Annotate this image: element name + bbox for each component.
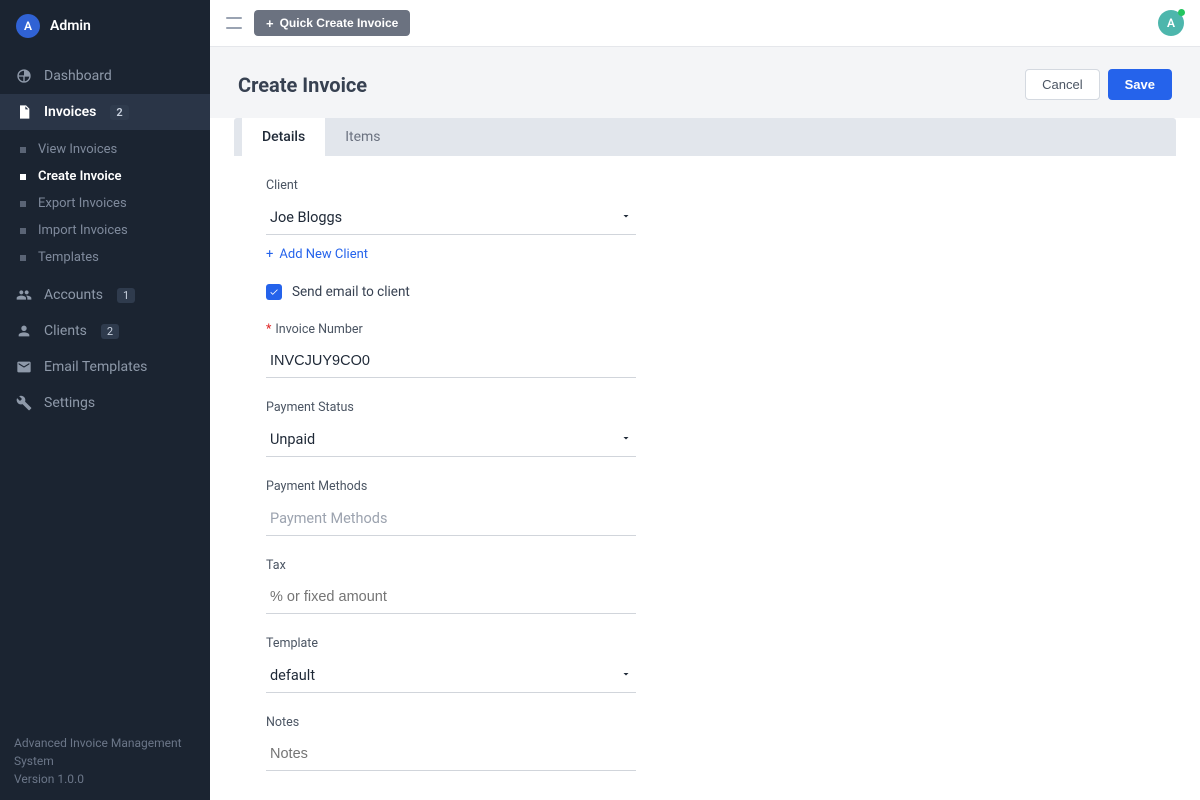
field-payment-methods: Payment Methods Payment Methods: [266, 479, 636, 536]
clients-icon: [16, 323, 32, 339]
field-invoice-number: *Invoice Number: [266, 322, 636, 378]
invoice-number-input-wrap: [266, 345, 636, 378]
form-panel: Client Joe Bloggs + Add New Client Send …: [234, 156, 1176, 800]
tab-details[interactable]: Details: [242, 118, 325, 156]
notes-input-wrap: [266, 738, 636, 771]
plus-icon: +: [266, 247, 273, 262]
page-title: Create Invoice: [238, 73, 367, 97]
invoices-icon: [16, 104, 32, 120]
accounts-icon: [16, 287, 32, 303]
save-button[interactable]: Save: [1108, 69, 1172, 100]
chevron-down-icon: [620, 210, 632, 226]
sidebar-badge-clients: 2: [101, 324, 119, 339]
invoices-subnav: View Invoices Create Invoice Export Invo…: [0, 136, 210, 271]
subnav-create-invoice[interactable]: Create Invoice: [0, 163, 210, 190]
sidebar-item-label: Email Templates: [44, 359, 147, 375]
plus-icon: +: [266, 17, 274, 30]
subnav-label: Templates: [38, 250, 99, 265]
sidebar-item-label: Settings: [44, 395, 95, 411]
sidebar-badge-invoices: 2: [110, 105, 128, 120]
sidebar-header: A Admin: [0, 0, 210, 52]
sidebar-footer: Advanced Invoice Management System Versi…: [0, 722, 210, 800]
field-template: Template default: [266, 636, 636, 693]
field-tax: Tax: [266, 558, 636, 614]
payment-methods-placeholder: Payment Methods: [270, 510, 387, 527]
email-icon: [16, 359, 32, 375]
footer-version: Version 1.0.0: [14, 770, 196, 788]
bullet-icon: [20, 228, 26, 234]
footer-product-name: Advanced Invoice Management System: [14, 734, 196, 770]
field-client: Client Joe Bloggs + Add New Client: [266, 178, 636, 262]
sidebar-username: Admin: [50, 18, 91, 34]
tax-input-wrap: [266, 581, 636, 614]
subnav-label: Create Invoice: [38, 169, 122, 184]
settings-icon: [16, 395, 32, 411]
sidebar-avatar: A: [16, 14, 40, 38]
page-header: Create Invoice Cancel Save: [210, 47, 1200, 118]
client-select[interactable]: Joe Bloggs: [266, 201, 636, 235]
invoice-number-label: *Invoice Number: [266, 322, 636, 337]
bullet-icon: [20, 147, 26, 153]
sidebar-item-label: Dashboard: [44, 68, 112, 84]
tax-label: Tax: [266, 558, 636, 573]
subnav-label: Import Invoices: [38, 223, 128, 238]
tabs: Details Items: [234, 118, 1176, 156]
client-value: Joe Bloggs: [270, 209, 342, 226]
dashboard-icon: [16, 68, 32, 84]
subnav-view-invoices[interactable]: View Invoices: [0, 136, 210, 163]
quick-create-label: Quick Create Invoice: [280, 16, 399, 30]
main: + Quick Create Invoice A Create Invoice …: [210, 0, 1200, 800]
sidebar: A Admin Dashboard Invoices 2 View Invoic…: [0, 0, 210, 800]
payment-methods-label: Payment Methods: [266, 479, 636, 494]
sidebar-item-clients[interactable]: Clients 2: [0, 313, 210, 349]
subnav-export-invoices[interactable]: Export Invoices: [0, 190, 210, 217]
quick-create-invoice-button[interactable]: + Quick Create Invoice: [254, 10, 410, 36]
payment-methods-select[interactable]: Payment Methods: [266, 502, 636, 536]
subnav-label: Export Invoices: [38, 196, 127, 211]
sidebar-item-label: Invoices: [44, 104, 96, 120]
client-label: Client: [266, 178, 636, 193]
check-icon: [269, 287, 279, 297]
template-select[interactable]: default: [266, 659, 636, 693]
cancel-button[interactable]: Cancel: [1025, 69, 1099, 100]
sidebar-item-email-templates[interactable]: Email Templates: [0, 349, 210, 385]
send-email-checkbox[interactable]: [266, 284, 282, 300]
sidebar-item-label: Accounts: [44, 287, 103, 303]
field-payment-status: Payment Status Unpaid: [266, 400, 636, 457]
sidebar-item-accounts[interactable]: Accounts 1: [0, 277, 210, 313]
sidebar-badge-accounts: 1: [117, 288, 135, 303]
sidebar-item-dashboard[interactable]: Dashboard: [0, 58, 210, 94]
add-new-client-link[interactable]: + Add New Client: [266, 247, 368, 262]
notes-label: Notes: [266, 715, 636, 730]
field-notes: Notes: [266, 715, 636, 771]
bullet-icon: [20, 201, 26, 207]
subnav-import-invoices[interactable]: Import Invoices: [0, 217, 210, 244]
tax-input[interactable]: [270, 589, 632, 605]
notes-input[interactable]: [270, 746, 632, 762]
chevron-down-icon: [620, 668, 632, 684]
sidebar-item-invoices[interactable]: Invoices 2: [0, 94, 210, 130]
menu-toggle-icon[interactable]: [226, 17, 242, 29]
online-status-dot-icon: [1178, 9, 1185, 16]
bullet-icon: [20, 174, 26, 180]
sidebar-item-settings[interactable]: Settings: [0, 385, 210, 421]
bullet-icon: [20, 255, 26, 261]
send-email-label[interactable]: Send email to client: [292, 284, 410, 300]
chevron-down-icon: [620, 432, 632, 448]
sidebar-item-label: Clients: [44, 323, 87, 339]
payment-status-label: Payment Status: [266, 400, 636, 415]
subnav-label: View Invoices: [38, 142, 117, 157]
payment-status-value: Unpaid: [270, 431, 315, 448]
template-label: Template: [266, 636, 636, 651]
field-send-email: Send email to client: [266, 284, 1144, 300]
template-value: default: [270, 667, 315, 684]
add-new-client-label: Add New Client: [279, 247, 368, 262]
payment-status-select[interactable]: Unpaid: [266, 423, 636, 457]
topbar: + Quick Create Invoice A: [210, 0, 1200, 47]
user-avatar[interactable]: A: [1158, 10, 1184, 36]
avatar-initial: A: [1167, 16, 1175, 30]
invoice-number-input[interactable]: [270, 353, 632, 369]
subnav-templates[interactable]: Templates: [0, 244, 210, 271]
tab-items[interactable]: Items: [325, 118, 400, 156]
